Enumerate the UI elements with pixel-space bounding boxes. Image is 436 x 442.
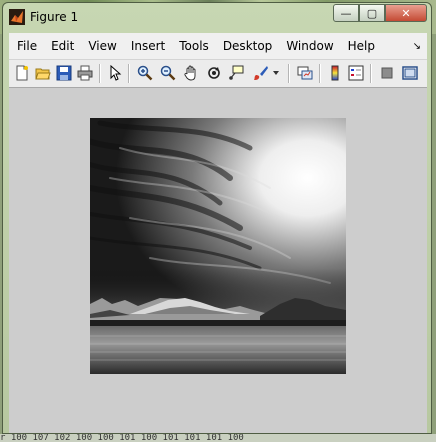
figure-window: Figure 1 — ▢ ✕ File Edit View Insert Too…	[2, 2, 432, 434]
figure-canvas[interactable]	[9, 88, 427, 433]
zoom-out-button[interactable]	[159, 64, 177, 82]
menu-edit[interactable]: Edit	[44, 33, 81, 59]
edit-plot-button[interactable]	[106, 64, 124, 82]
menu-window[interactable]: Window	[279, 33, 340, 59]
legend-icon	[348, 65, 364, 81]
save-figure-button[interactable]	[55, 64, 73, 82]
open-file-button[interactable]	[34, 64, 52, 82]
rotate-icon	[208, 67, 220, 79]
grayscale-landscape-image	[90, 118, 346, 374]
image-axes[interactable]	[90, 118, 346, 374]
insert-colorbar-button[interactable]	[326, 64, 344, 82]
new-figure-button[interactable]	[13, 64, 31, 82]
pointer-arrow-icon	[110, 65, 122, 81]
menu-help[interactable]: Help	[341, 33, 382, 59]
menu-insert[interactable]: Insert	[124, 33, 172, 59]
minimize-button[interactable]: —	[333, 4, 359, 22]
background-strip-text: r 100 107 102 100 100 101 100 101 101 10…	[0, 434, 436, 442]
toolbar-separator	[99, 64, 101, 83]
toolbar-separator	[370, 64, 372, 83]
folder-open-icon	[35, 68, 51, 80]
hide-plot-tools-icon	[381, 67, 393, 79]
figure-toolbar	[9, 60, 427, 88]
rotate-3d-button[interactable]	[205, 64, 223, 82]
data-cursor-button[interactable]	[227, 64, 245, 82]
show-plot-tools-icon	[402, 66, 418, 80]
zoom-in-icon	[137, 65, 153, 81]
client-area: File Edit View Insert Tools Desktop Wind…	[9, 33, 427, 433]
link-plot-icon	[297, 66, 313, 80]
title-bar[interactable]: Figure 1 — ▢ ✕	[3, 3, 431, 31]
hand-pan-icon	[184, 65, 196, 81]
new-file-icon	[16, 65, 28, 81]
toolbar-separator	[288, 64, 290, 83]
brush-menu-button[interactable]	[271, 64, 281, 82]
menu-bar: File Edit View Insert Tools Desktop Wind…	[9, 33, 427, 60]
menu-file[interactable]: File	[9, 33, 44, 59]
menu-view[interactable]: View	[81, 33, 123, 59]
insert-legend-button[interactable]	[347, 64, 365, 82]
dock-arrow-icon[interactable]: ↘	[413, 41, 421, 52]
colorbar-icon	[331, 65, 339, 81]
link-plot-button[interactable]	[296, 64, 314, 82]
save-disk-icon	[56, 65, 72, 81]
show-plot-tools-button[interactable]	[401, 64, 419, 82]
toolbar-separator	[128, 64, 130, 83]
window-title: Figure 1	[30, 10, 79, 24]
brush-button[interactable]	[252, 64, 270, 82]
maximize-button[interactable]: ▢	[359, 4, 385, 22]
hide-plot-tools-button[interactable]	[378, 64, 396, 82]
brush-icon	[254, 66, 268, 80]
print-figure-button[interactable]	[76, 64, 94, 82]
menu-tools[interactable]: Tools	[172, 33, 216, 59]
dropdown-arrow-icon	[273, 71, 279, 75]
toolbar-separator	[319, 64, 321, 83]
menu-desktop[interactable]: Desktop	[216, 33, 280, 59]
matlab-icon	[9, 9, 25, 25]
zoom-out-icon	[160, 65, 176, 81]
printer-icon	[77, 65, 93, 81]
data-cursor-icon	[229, 65, 244, 80]
close-button[interactable]: ✕	[385, 4, 427, 22]
pan-button[interactable]	[182, 64, 200, 82]
zoom-in-button[interactable]	[136, 64, 154, 82]
